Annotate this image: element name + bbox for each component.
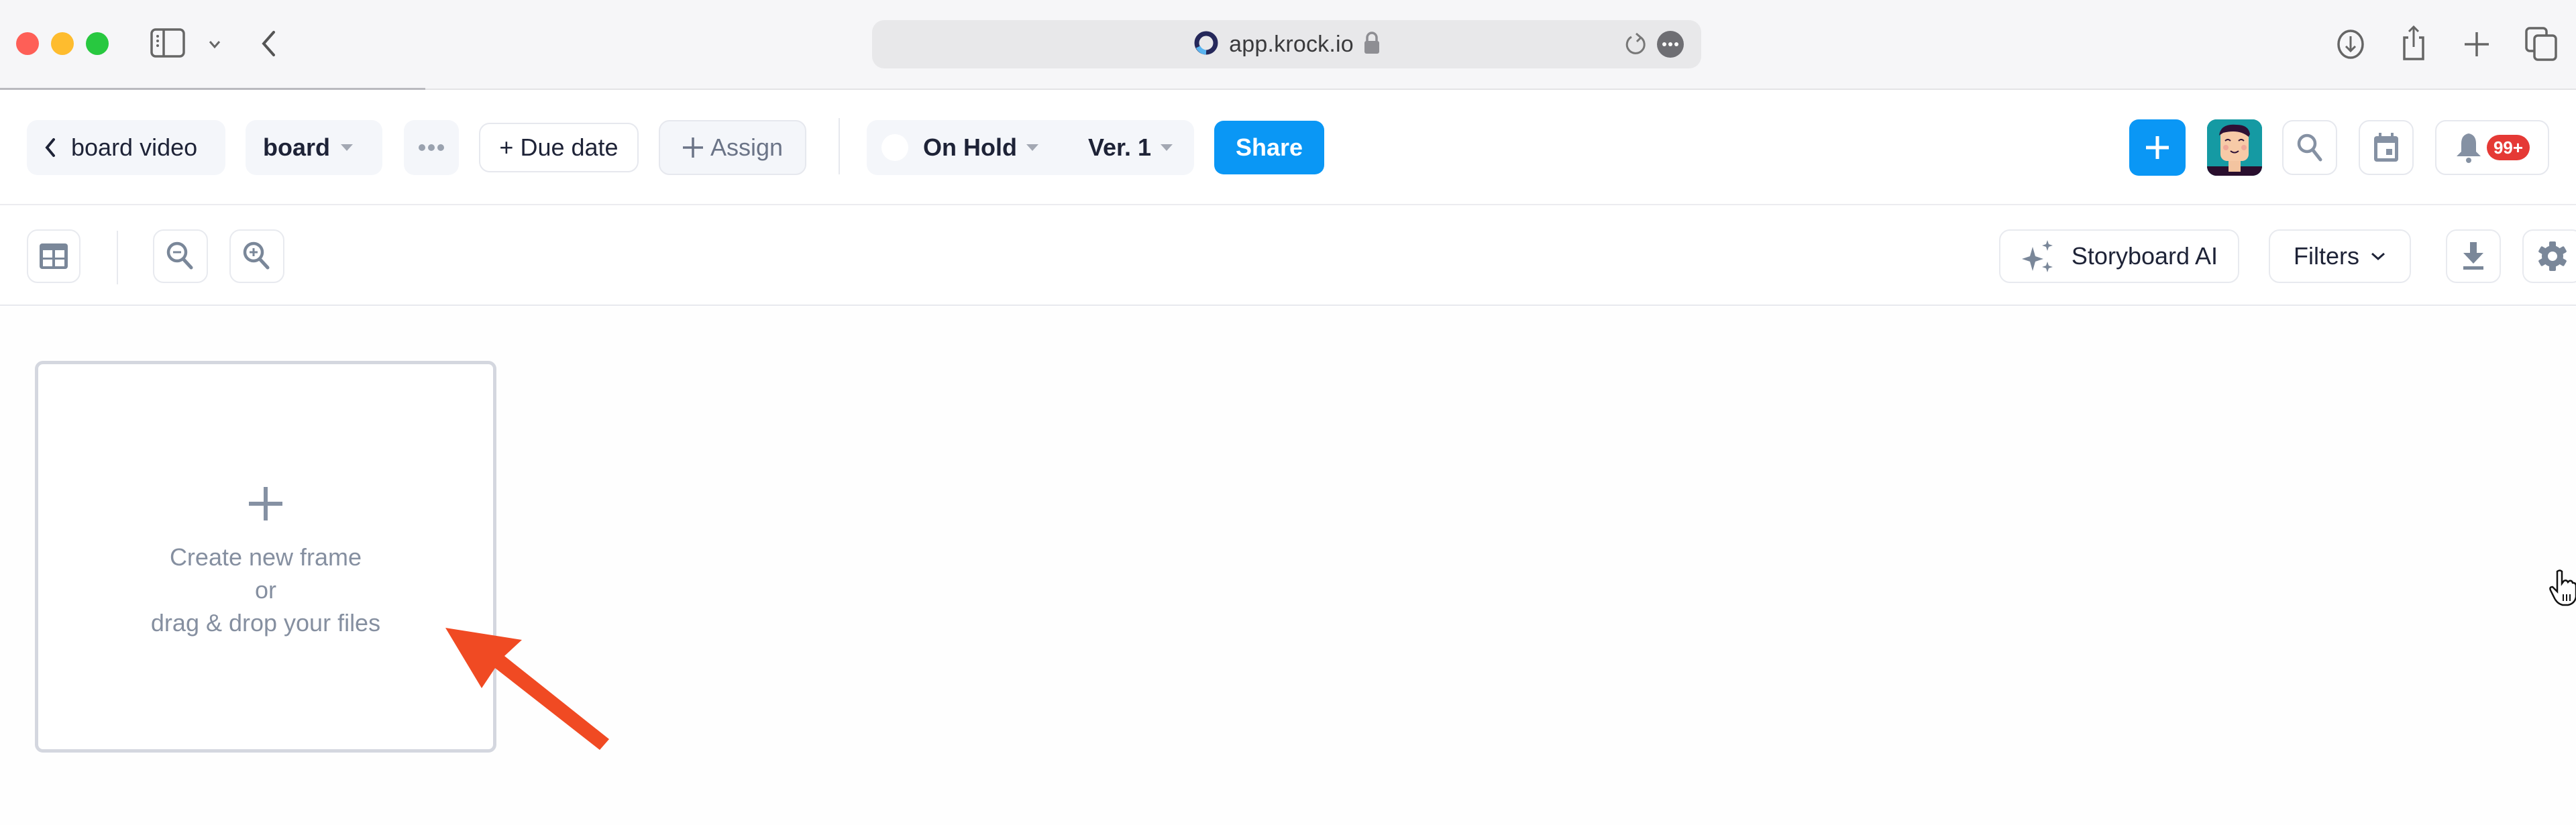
plus-icon [249,486,282,520]
new-tab-plus-icon[interactable] [2461,27,2493,62]
header-divider [839,118,840,174]
chevron-left-icon [45,138,55,157]
reload-icon[interactable] [1623,32,1648,56]
calendar-icon [2374,133,2398,162]
download-button[interactable] [2446,229,2501,283]
back-to-project-button[interactable]: board video [27,120,225,175]
board-canvas: Create new frame or drag & drop your fil… [0,307,2576,825]
filters-dropdown[interactable]: Filters [2269,229,2411,283]
sparkles-icon [2021,240,2053,272]
caret-down-icon [1161,144,1173,151]
version-dropdown[interactable]: Ver. 1 [1088,133,1151,162]
plus-icon [2146,136,2169,159]
filters-label: Filters [2294,242,2359,270]
annotation-arrow-icon [445,628,609,750]
zoom-out-button[interactable] [153,229,208,283]
board-toolbar: Storyboard AI Filters [0,205,2576,306]
assign-label: Assign [710,133,784,161]
browser-chrome: app.krock.io [0,0,2576,90]
storyboard-ai-button[interactable]: Storyboard AI [1999,229,2239,283]
notifications-button[interactable]: 99+ [2435,120,2549,175]
user-avatar[interactable] [2207,119,2262,176]
minimize-window-button[interactable] [51,32,74,55]
tab-overview-icon[interactable] [2524,25,2559,62]
settings-button[interactable] [2522,229,2576,283]
create-new-button[interactable] [2129,119,2186,176]
board-selector[interactable]: board [246,120,382,175]
share-button[interactable]: Share [1214,121,1324,174]
or-text: or [254,575,276,604]
back-label: board video [71,133,198,161]
create-new-frame-dropzone[interactable]: Create new frame or drag & drop your fil… [35,361,496,753]
ellipsis-icon[interactable] [1657,31,1684,58]
table-view-icon [40,243,68,269]
caret-down-icon [1026,144,1038,151]
assign-button[interactable]: Assign [659,120,806,175]
page-load-progress [0,88,425,90]
due-date-label: + Due date [499,133,619,161]
close-window-button[interactable] [16,32,39,55]
lock-icon [1363,31,1381,58]
calendar-button[interactable] [2359,120,2414,175]
address-bar[interactable]: app.krock.io [872,20,1701,68]
due-date-button[interactable]: + Due date [479,123,639,172]
zoom-out-icon [166,241,193,270]
create-frame-text: Create new frame [169,543,362,571]
url-text: app.krock.io [1229,31,1354,57]
zoom-in-button[interactable] [229,229,284,283]
share-icon[interactable] [2398,23,2430,63]
download-circle-icon[interactable] [2334,27,2367,62]
share-label: Share [1235,133,1303,161]
ellipsis-icon [419,144,444,151]
more-options-button[interactable] [404,120,459,175]
drag-drop-text: drag & drop your files [150,608,381,637]
search-button[interactable] [2282,120,2337,175]
zoom-in-icon [243,241,270,270]
gear-icon [2538,241,2567,271]
notifications-badge: 99+ [2486,135,2530,160]
chevron-left-icon[interactable] [255,27,282,60]
chevron-down-icon [2371,252,2385,261]
status-dropdown[interactable]: On Hold [923,133,1017,162]
status-color-dot [881,134,908,161]
download-icon [2463,242,2483,270]
storyboard-ai-label: Storyboard AI [2071,242,2218,270]
table-view-button[interactable] [27,229,80,283]
plus-icon [682,138,703,158]
sidebar-toggle-icon[interactable] [150,28,185,58]
bell-icon [2456,133,2481,163]
toolbar-divider [117,231,118,284]
status-version-group: On Hold Ver. 1 [867,120,1194,175]
app-header: board video board + Due date Assign On H… [0,91,2576,205]
hand-cursor-icon [2549,569,2576,606]
zoom-window-button[interactable] [86,32,109,55]
board-label: board [263,133,331,161]
caret-down-icon [341,144,354,151]
search-icon [2297,133,2322,162]
chevron-down-icon[interactable] [203,31,227,58]
krock-logo-icon [1193,30,1220,60]
